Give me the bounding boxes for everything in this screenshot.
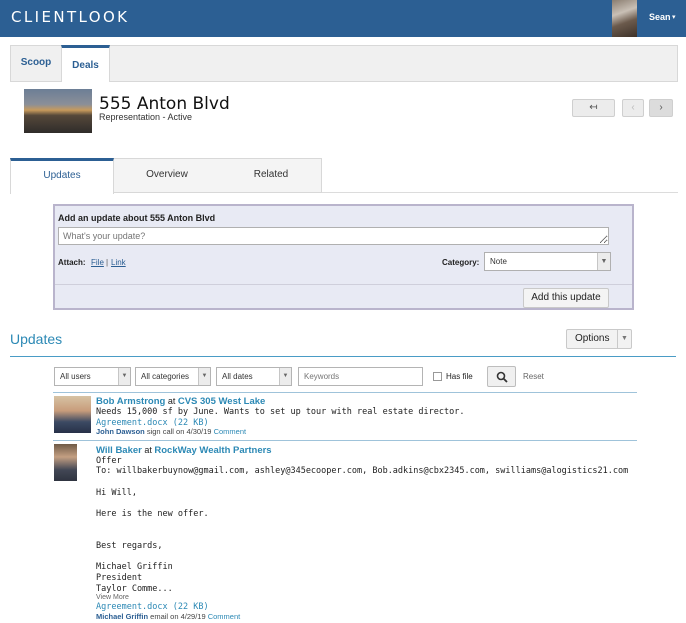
divider [322,192,678,193]
app-logo[interactable]: CLIENTLOOK [11,8,129,26]
user-menu-name[interactable]: Sean [649,12,671,22]
chevron-down-icon: ▼ [279,368,291,385]
top-bar: CLIENTLOOK Sean ▾ [0,0,686,37]
signature-name: Michael Griffin [96,562,173,572]
previous-button[interactable]: ‹ [622,99,644,117]
tab-scoop[interactable]: Scoop [11,45,61,82]
has-file-label: Has file [446,372,473,381]
user-avatar[interactable] [612,0,637,37]
divider [53,440,637,441]
back-button[interactable]: ↤ [572,99,615,117]
attach-file-link[interactable]: File [91,258,104,267]
divider [55,284,632,285]
meta-author-link[interactable]: John Dawson [96,427,145,436]
org-link[interactable]: RockWay Wealth Partners [154,445,271,456]
options-button[interactable]: Options ▼ [566,329,632,349]
email-greeting: Hi Will, [96,488,137,498]
chevron-down-icon: ▼ [597,253,610,270]
add-update-button[interactable]: Add this update [523,288,609,308]
form-heading: Add an update about 555 Anton Blvd [58,213,216,223]
view-more-link[interactable]: View More [96,594,129,601]
email-line: Here is the new offer. [96,509,209,519]
section-tabs: Updates Overview Related [10,158,323,194]
search-icon [496,371,508,383]
options-label: Options [575,333,610,344]
categories-filter[interactable]: All categories ▼ [135,367,211,386]
divider [10,356,676,357]
next-button[interactable]: › [649,99,673,117]
list-item: Will Baker at RockWay Wealth Partners [96,445,272,456]
attach-label: Attach: [58,258,86,267]
update-input[interactable] [58,227,609,245]
chevron-down-icon: ▼ [118,368,130,385]
meta-author-link[interactable]: Michael Griffin [96,612,148,621]
chevron-down-icon[interactable]: ▾ [672,13,676,21]
list-item: Bob Armstrong at CVS 305 West Lake [96,396,265,407]
update-meta: John Dawson sign call on 4/30/19 Comment [96,427,246,436]
org-link[interactable]: CVS 305 West Lake [178,396,265,407]
update-body: Needs 15,000 sf by June. Wants to set up… [96,407,465,417]
chevron-left-icon: ‹ [631,102,635,113]
reset-link[interactable]: Reset [523,372,544,381]
chevron-down-icon[interactable]: ▼ [617,330,631,348]
chevron-down-icon: ▼ [198,368,210,385]
add-update-form: Add an update about 555 Anton Blvd Attac… [53,204,634,310]
category-label: Category: [442,258,480,267]
meta-text: email on 4/29/19 [148,612,208,621]
divider [53,392,637,393]
author-link[interactable]: Will Baker [96,445,142,456]
dates-filter-value: All dates [222,372,253,381]
comment-link[interactable]: Comment [208,612,241,621]
property-photo [24,89,92,133]
property-status: Representation - Active [99,112,193,122]
attach-separator: | [106,258,109,267]
email-recipients: To: willbakerbuynow@gmail.com, ashley@34… [96,466,629,476]
search-button[interactable] [487,366,516,387]
tab-related[interactable]: Related [219,158,323,193]
attach-link-link[interactable]: Link [111,258,126,267]
email-subject: Offer [96,456,122,466]
tab-overview[interactable]: Overview [115,158,219,193]
page-title: 555 Anton Blvd [99,94,230,114]
update-meta: Michael Griffin email on 4/29/19 Comment [96,612,240,621]
avatar[interactable] [54,444,77,481]
author-at: at [165,396,178,406]
avatar[interactable] [54,396,91,433]
category-value: Note [490,257,507,266]
comment-link[interactable]: Comment [214,427,247,436]
category-select[interactable]: Note ▼ [484,252,611,271]
back-arrow-icon: ↤ [589,102,598,113]
updates-heading: Updates [10,331,63,347]
tab-updates[interactable]: Updates [10,158,114,194]
keywords-input[interactable] [298,367,423,386]
users-filter[interactable]: All users ▼ [54,367,131,386]
main-tabs: Scoop Deals [10,45,678,82]
users-filter-value: All users [60,372,91,381]
tab-deals[interactable]: Deals [61,45,110,82]
author-at: at [141,445,155,455]
email-closing: Best regards, [96,541,163,551]
signature-company: Taylor Comme... [96,584,173,594]
categories-filter-value: All categories [141,372,190,381]
meta-text: sign call on 4/30/19 [144,427,214,436]
chevron-right-icon: › [659,102,663,113]
attachment-link[interactable]: Agreement.docx (22 KB) [96,602,209,612]
signature-title: President [96,573,143,583]
author-link[interactable]: Bob Armstrong [96,396,165,407]
dates-filter[interactable]: All dates ▼ [216,367,292,386]
has-file-checkbox[interactable] [433,372,442,381]
